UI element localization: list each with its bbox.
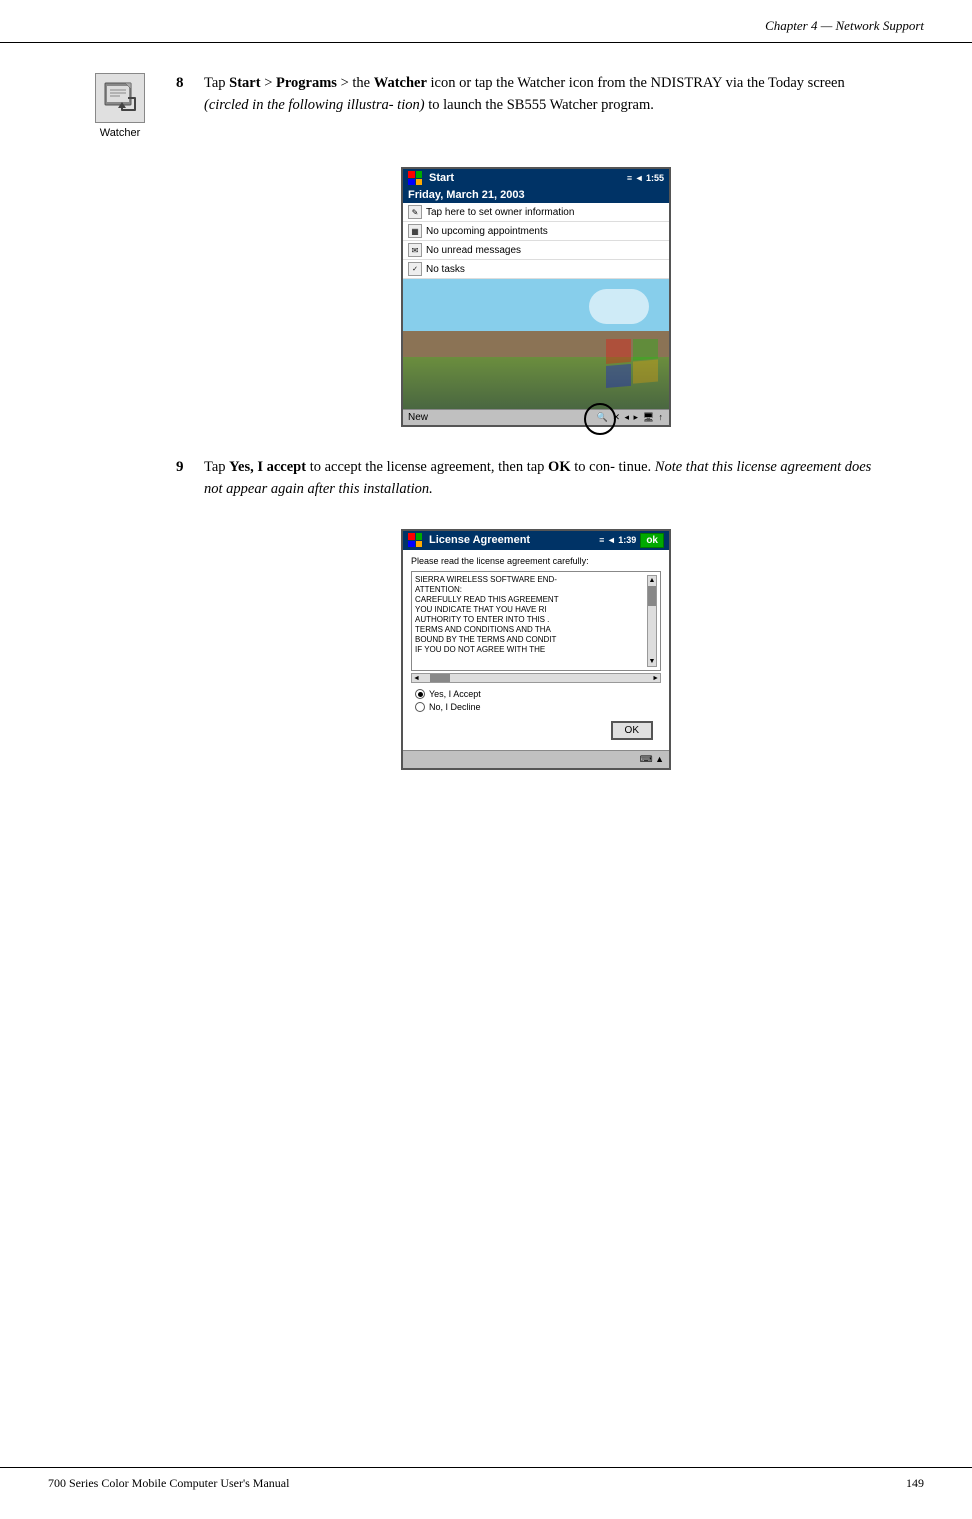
license-content: SIERRA WIRELESS SOFTWARE END- ATTENTION:… [415, 575, 645, 667]
license-body: Please read the license agreement carefu… [403, 550, 669, 751]
today-start-label: Start [429, 172, 454, 184]
scroll-thumb [648, 586, 656, 606]
radio-yes-label: Yes, I Accept [429, 689, 481, 699]
today-item-messages: ✉ No unread messages [403, 241, 669, 260]
footer-right: 149 [906, 1476, 924, 1491]
today-item-owner: ✎ Tap here to set owner information [403, 203, 669, 222]
owner-icon: ✎ [408, 205, 422, 219]
license-line-1: SIERRA WIRELESS SOFTWARE END- [415, 575, 645, 585]
radio-no-circle [415, 702, 425, 712]
license-radio-group: Yes, I Accept No, I Decline [411, 683, 661, 721]
license-scrollbar[interactable]: ▲ ▼ [647, 575, 657, 667]
watcher-label: Watcher [100, 127, 141, 139]
windows-flag-icon [408, 171, 422, 185]
license-line-7: BOUND BY THE TERMS AND CONDIT [415, 635, 645, 645]
step-9-row: 9 Tap Yes, I accept to accept the licens… [80, 457, 892, 501]
windows-logo-icon [606, 339, 661, 394]
step-8-row: Watcher 8 Tap Start > Programs > the Wat… [80, 73, 892, 139]
radio-yes-circle [415, 689, 425, 699]
license-intro: Please read the license agreement carefu… [411, 556, 661, 568]
step-8-icon-area: Watcher [80, 73, 160, 139]
today-item-tasks-text: No tasks [426, 264, 465, 275]
license-titlebar: License Agreement ≡ ◄ 1:39 ok [403, 531, 669, 550]
today-titlebar: Start ≡ ◄ 1:55 [403, 169, 669, 187]
today-item-owner-text: Tap here to set owner information [426, 207, 574, 218]
page-header: Chapter 4 — Network Support [0, 0, 972, 43]
radio-no-item[interactable]: No, I Decline [415, 702, 657, 712]
messages-icon: ✉ [408, 243, 422, 257]
radio-yes-fill [418, 692, 423, 697]
keyboard-icon: ⌨ ▲ [640, 754, 664, 765]
step-8-number: 8 [176, 75, 196, 92]
license-hscrollbar[interactable]: ◄ ► [411, 673, 661, 683]
step-8-content: 8 Tap Start > Programs > the Watcher ico… [176, 73, 892, 117]
license-screen-container: License Agreement ≡ ◄ 1:39 ok Please rea… [180, 529, 892, 771]
footer-left: 700 Series Color Mobile Computer User's … [48, 1476, 289, 1491]
radio-yes-item[interactable]: Yes, I Accept [415, 689, 657, 699]
license-line-3: CAREFULLY READ THIS AGREEMENT [415, 595, 645, 605]
today-screen-container: Start ≡ ◄ 1:55 Friday, March 21, 2003 ✎ … [180, 167, 892, 427]
license-screen: License Agreement ≡ ◄ 1:39 ok Please rea… [401, 529, 671, 771]
wallpaper-cloud [589, 289, 649, 324]
step-9-number: 9 [176, 459, 196, 476]
license-line-4: YOU INDICATE THAT YOU HAVE RI [415, 605, 645, 615]
today-date-bar: Friday, March 21, 2003 [403, 187, 669, 203]
today-titlebar-left: Start [408, 171, 454, 185]
today-item-appointments: ▦ No upcoming appointments [403, 222, 669, 241]
license-line-8: IF YOU DO NOT AGREE WITH THE [415, 645, 645, 655]
step-9-text: Tap Yes, I accept to accept the license … [204, 457, 892, 501]
today-item-tasks: ✓ No tasks [403, 260, 669, 279]
today-item-appointments-text: No upcoming appointments [426, 226, 548, 237]
today-status-icons: ≡ ◄ 1:55 [627, 173, 664, 183]
tasks-icon: ✓ [408, 262, 422, 276]
step-8-text: Tap Start > Programs > the Watcher icon … [204, 73, 892, 117]
today-taskbar-new: New [408, 412, 428, 423]
page-footer: 700 Series Color Mobile Computer User's … [0, 1467, 972, 1499]
license-status-icons: ≡ ◄ 1:39 [599, 535, 636, 545]
license-bottom-bar: ⌨ ▲ [403, 750, 669, 768]
license-title-label: License Agreement [429, 534, 530, 546]
pda-wallpaper [403, 279, 669, 409]
license-line-6: TERMS AND CONDITIONS AND THA [415, 625, 645, 635]
license-ok-title-btn[interactable]: ok [640, 533, 664, 548]
chapter-title: Chapter 4 — Network Support [765, 18, 924, 33]
calendar-icon: ▦ [408, 224, 422, 238]
content-area: Watcher 8 Tap Start > Programs > the Wat… [0, 53, 972, 840]
hscroll-thumb [430, 674, 450, 682]
license-line-5: AUTHORITY TO ENTER INTO THIS . [415, 615, 645, 625]
radio-no-label: No, I Decline [429, 702, 481, 712]
today-item-messages-text: No unread messages [426, 245, 521, 256]
license-line-2: ATTENTION: [415, 585, 645, 595]
today-screen: Start ≡ ◄ 1:55 Friday, March 21, 2003 ✎ … [401, 167, 671, 427]
license-titlebar-left: License Agreement [408, 533, 530, 547]
license-windows-flag-icon [408, 533, 422, 547]
today-taskbar: New 🔍 ✕ ◂ ▸ 🖥 ↑ [403, 409, 669, 425]
license-btn-row: OK [411, 721, 661, 744]
step-9-content: 9 Tap Yes, I accept to accept the licens… [176, 457, 892, 501]
license-ok-button[interactable]: OK [611, 721, 653, 740]
license-text-box: SIERRA WIRELESS SOFTWARE END- ATTENTION:… [411, 571, 661, 671]
watcher-icon [95, 73, 145, 123]
circle-highlight [584, 403, 616, 435]
